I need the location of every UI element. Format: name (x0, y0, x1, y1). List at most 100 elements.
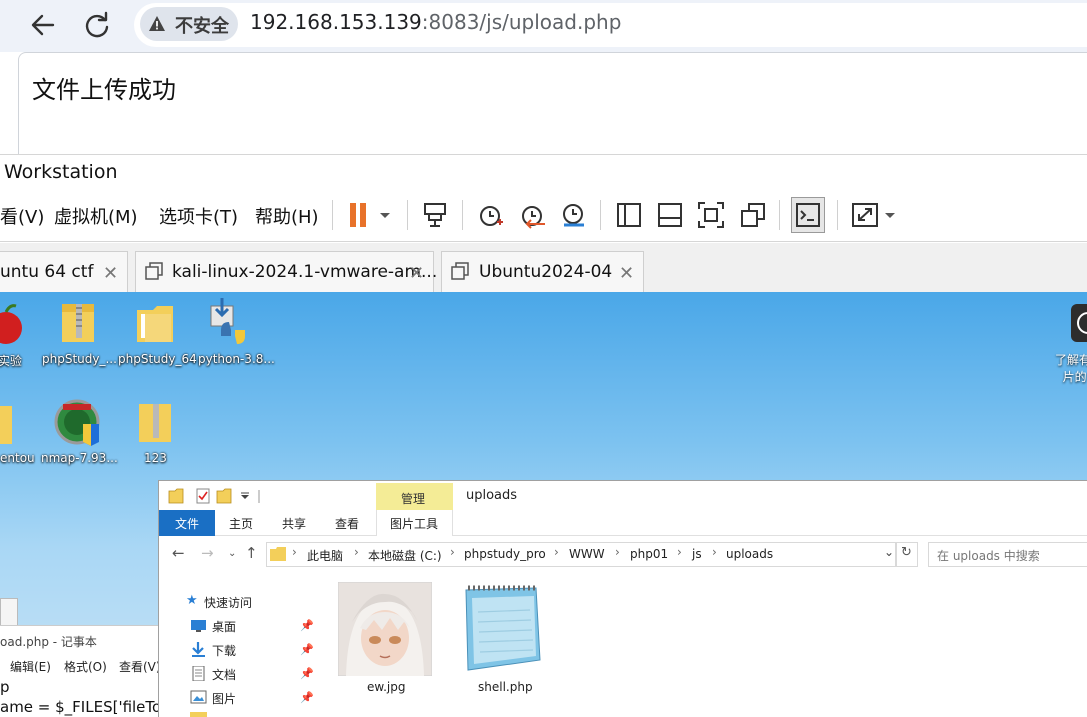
folder-icon[interactable] (0, 400, 24, 448)
stretch-icon[interactable] (849, 198, 881, 232)
widget-icon[interactable] (1071, 304, 1087, 342)
pin-icon[interactable]: 📌 (300, 619, 314, 632)
fullscreen-icon[interactable] (695, 198, 727, 232)
breadcrumb-uploads[interactable]: uploads (726, 547, 773, 561)
notepad-title: oad.php - 记事本 (0, 635, 97, 649)
pin-icon[interactable]: 📌 (300, 691, 314, 704)
menu-tabs[interactable]: 选项卡(T) (159, 203, 238, 229)
notepad-code-line[interactable]: p (0, 678, 10, 696)
quick-access-toolbar (165, 485, 275, 507)
image-thumbnail[interactable] (337, 581, 433, 677)
nav-pictures[interactable]: 图片 (212, 690, 236, 707)
menu-vm[interactable]: 虚拟机(M) (54, 203, 138, 229)
snapshot-icon[interactable] (475, 198, 507, 232)
manage-label: 管理 (401, 492, 426, 506)
breadcrumb-js[interactable]: js (692, 547, 702, 561)
pictures-icon (190, 690, 207, 705)
send-ctrl-alt-del-icon[interactable] (420, 198, 452, 232)
reload-icon (85, 11, 109, 38)
desktop-icon-label: phpStudy_... (42, 352, 117, 366)
nav-downloads[interactable]: 下载 (212, 642, 236, 659)
up-arrow-icon[interactable]: ↑ (245, 544, 258, 562)
notepad-menu-format[interactable]: 格式(O) (64, 658, 107, 675)
warning-icon (148, 15, 166, 33)
widget-label-line2: 片的 (1062, 370, 1087, 384)
reload-button[interactable] (80, 8, 114, 42)
file-name[interactable]: shell.php (478, 680, 533, 694)
console-icon[interactable] (791, 197, 825, 233)
toolbar-separator (462, 200, 463, 230)
notepad-code-line[interactable]: ame = $_FILES['fileTo (0, 698, 161, 716)
toolbar-separator (779, 200, 780, 230)
dropdown-icon[interactable] (880, 198, 912, 232)
file-name[interactable]: ew.jpg (367, 680, 405, 694)
search-placeholder: 在 uploads 中搜索 (937, 549, 1040, 563)
nav-quick-access[interactable]: 快速访问 (204, 594, 252, 611)
vm-icon (451, 262, 470, 281)
nav-documents[interactable]: 文档 (212, 666, 236, 683)
tab-home[interactable]: 主页 (229, 515, 253, 532)
back-button[interactable] (26, 8, 60, 42)
desktop-icon-label: phpStudy_64 (118, 352, 197, 366)
tab-share[interactable]: 共享 (282, 515, 306, 532)
breadcrumb-separator: › (615, 545, 620, 559)
back-arrow-icon[interactable]: ← (172, 544, 185, 562)
thumbnail-bar-icon[interactable] (654, 198, 686, 232)
menu-help[interactable]: 帮助(H) (255, 203, 319, 229)
revert-snapshot-icon[interactable] (517, 198, 549, 232)
tab-view[interactable]: 查看 (335, 515, 359, 532)
tab-label: untu 64 ctf (0, 262, 94, 282)
breadcrumb-www[interactable]: WWW (569, 547, 605, 561)
explorer-window-title: uploads (466, 488, 518, 503)
desktop-icon-label: nmap-7.93... (41, 451, 118, 465)
unity-icon[interactable] (737, 198, 769, 232)
tab-file-label: 文件 (175, 517, 200, 531)
widget-label-line1: 了解有 (1055, 353, 1087, 367)
python-installer-icon[interactable] (207, 298, 255, 346)
breadcrumb-local-disk[interactable]: 本地磁盘 (C:) (368, 547, 442, 564)
breadcrumb-phpstudy[interactable]: phpstudy_pro (464, 547, 546, 561)
breadcrumb-separator: › (554, 545, 559, 559)
pin-icon[interactable]: 📌 (300, 667, 314, 680)
vmware-window-title: Workstation (4, 161, 118, 183)
pin-icon[interactable]: 📌 (300, 643, 314, 656)
folder-icon (190, 712, 207, 717)
chevron-down-icon[interactable]: ⌄ (884, 545, 894, 559)
close-icon[interactable]: ✕ (103, 263, 118, 284)
apple-icon[interactable] (0, 300, 30, 348)
folder-icon[interactable] (133, 298, 181, 346)
breadcrumb-separator: › (354, 545, 359, 559)
zip-folder-icon[interactable] (56, 298, 104, 346)
arrow-left-icon (31, 14, 55, 36)
close-icon[interactable]: ✕ (409, 263, 424, 284)
desktop-icon-label: python-3.8... (198, 352, 275, 366)
forward-arrow-icon[interactable]: → (201, 544, 214, 562)
vm-icon (145, 262, 164, 281)
nav-desktop[interactable]: 桌面 (212, 618, 236, 635)
toolbar-separator (600, 200, 601, 230)
dropdown-icon[interactable] (375, 198, 407, 232)
menu-view[interactable]: 看(V) (0, 203, 44, 229)
snapshot-manager-icon[interactable] (558, 198, 590, 232)
widget-label: 了解有 片的 (1055, 352, 1087, 386)
nmap-icon[interactable] (53, 398, 101, 446)
breadcrumb-this-pc[interactable]: 此电脑 (307, 547, 343, 564)
url-text[interactable]: 192.168.153.139:8083/js/upload.php (250, 10, 621, 34)
security-label: 不安全 (175, 16, 229, 37)
breadcrumb-php01[interactable]: php01 (630, 547, 668, 561)
breadcrumb-separator: › (677, 545, 682, 559)
tab-label: Ubuntu2024-04 (479, 262, 613, 282)
recent-locations-icon[interactable]: ⌄ (228, 548, 236, 559)
notepad-menu-edit[interactable]: 编辑(E) (10, 658, 51, 675)
zip-folder-icon[interactable] (133, 398, 181, 446)
page-content (18, 52, 1087, 156)
desktop-icon-label: 实验 (0, 354, 23, 368)
document-icon[interactable] (0, 598, 18, 626)
folder-icon (270, 546, 286, 561)
close-icon[interactable]: ✕ (619, 263, 634, 284)
notepad-file-icon[interactable] (454, 582, 550, 676)
sidebar-icon[interactable] (613, 198, 645, 232)
notepad-menu-view[interactable]: 查看(V) (119, 658, 161, 675)
pause-icon[interactable] (345, 198, 377, 232)
url-host: 192.168.153.139 (250, 10, 422, 34)
